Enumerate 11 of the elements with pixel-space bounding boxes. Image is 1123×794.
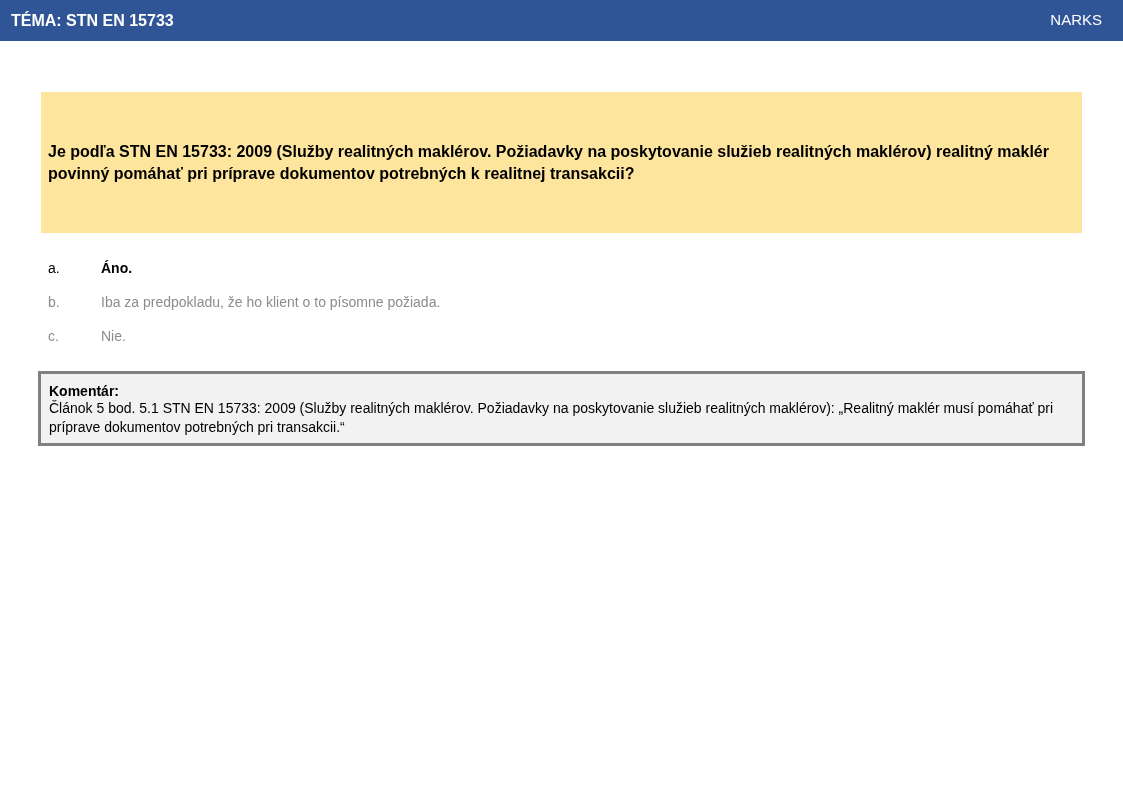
answer-text: Nie.: [101, 326, 126, 346]
topic-title: TÉMA: STN EN 15733: [11, 10, 174, 31]
answer-text: Iba za predpokladu, že ho klient o to písomne požiada.: [101, 292, 441, 312]
answer-letter: c.: [48, 326, 60, 346]
comment-title: Komentár:: [49, 383, 120, 399]
question-text: Je podľa STN EN 15733: 2009 (Služby realitných maklérov. Požiadavky na poskytovanie služieb realitných maklérov) realitný maklér povinný pomáhať pri príprave dokumentov potrebných k realitnej transakcii?: [48, 141, 1050, 184]
answer-letter: b.: [48, 292, 61, 312]
comment-text: Článok 5 bod. 5.1 STN EN 15733: 2009 (Služby realitných maklérov. Požiadavky na poskytovanie služieb realitných maklérov): „Realitný maklér musí pomáhať pri príprave dokumentov potrebných pri transakcii.“: [49, 399, 1055, 437]
brand-label: NARKS: [1050, 10, 1102, 31]
answer-letter: a.: [48, 258, 61, 278]
answer-text: Áno.: [101, 258, 133, 278]
